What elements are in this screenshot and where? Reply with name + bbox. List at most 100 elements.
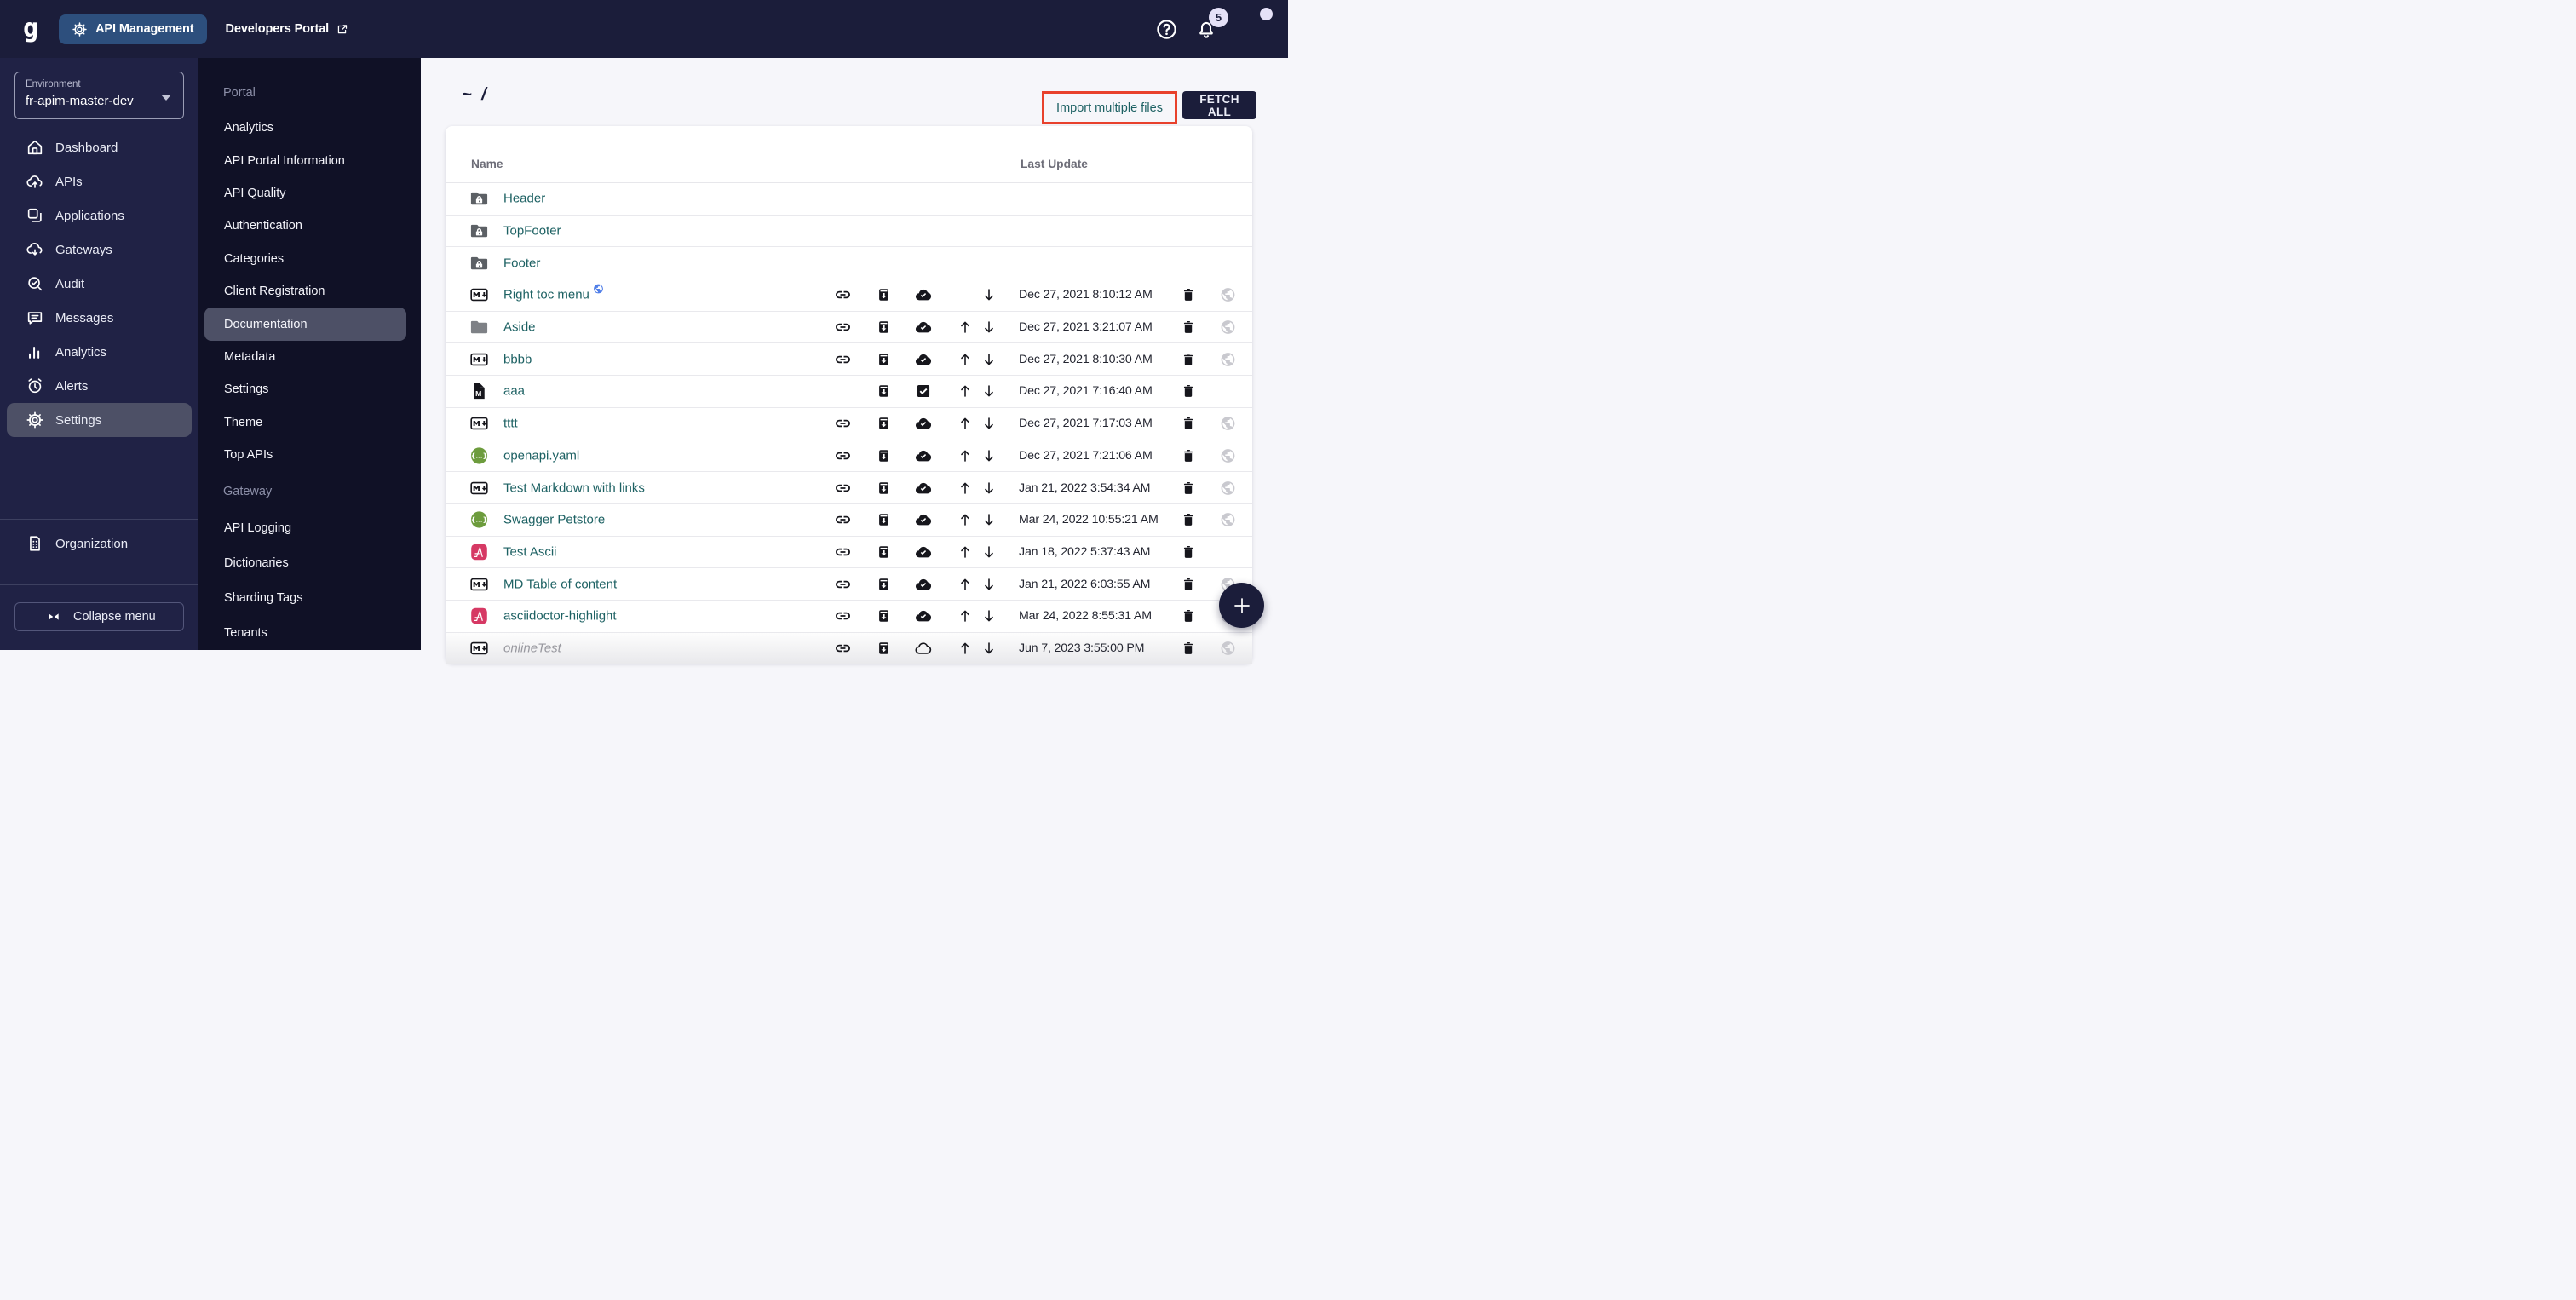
link-icon[interactable] xyxy=(834,415,852,433)
document-name-link[interactable]: bbbb xyxy=(503,352,532,366)
api-management-switcher[interactable]: API Management xyxy=(59,14,206,44)
delete-icon[interactable] xyxy=(1181,512,1196,528)
globe-disabled-icon[interactable] xyxy=(1220,512,1236,528)
published-icon[interactable] xyxy=(914,446,933,465)
download-icon[interactable] xyxy=(876,608,892,624)
download-icon[interactable] xyxy=(876,319,892,336)
globe-disabled-icon[interactable] xyxy=(1220,287,1236,303)
link-icon[interactable] xyxy=(834,607,852,625)
document-name-link[interactable]: openapi.yaml xyxy=(503,448,579,463)
delete-icon[interactable] xyxy=(1181,640,1196,656)
published-icon[interactable] xyxy=(914,510,933,529)
document-name-link[interactable]: aaa xyxy=(503,384,525,399)
unpublished-icon[interactable] xyxy=(914,639,933,658)
document-name-link[interactable]: Header xyxy=(503,192,545,206)
subnav-item-categories[interactable]: Categories xyxy=(204,243,406,275)
published-icon[interactable] xyxy=(914,543,933,561)
published-icon[interactable] xyxy=(914,607,933,625)
environment-select[interactable]: Environment fr-apim-master-dev xyxy=(14,72,184,119)
globe-disabled-icon[interactable] xyxy=(1220,447,1236,463)
document-name-link[interactable]: Test Ascii xyxy=(503,544,557,559)
move-down-icon[interactable] xyxy=(981,577,997,592)
document-name-link[interactable]: Swagger Petstore xyxy=(503,513,605,527)
move-up-icon[interactable] xyxy=(957,544,973,560)
move-down-icon[interactable] xyxy=(981,287,997,302)
move-down-icon[interactable] xyxy=(981,544,997,560)
document-name-link[interactable]: tttt xyxy=(503,417,518,431)
published-icon[interactable] xyxy=(914,479,933,498)
globe-disabled-icon[interactable] xyxy=(1220,416,1236,432)
subnav-item-client-registration[interactable]: Client Registration xyxy=(204,275,406,308)
published-icon[interactable] xyxy=(914,350,933,369)
document-name-link[interactable]: Footer xyxy=(503,256,540,270)
subnav-item-api-portal-information[interactable]: API Portal Information xyxy=(204,144,406,176)
document-name-link[interactable]: Right toc menu xyxy=(503,288,604,302)
download-icon[interactable] xyxy=(876,287,892,303)
move-up-icon[interactable] xyxy=(957,577,973,592)
delete-icon[interactable] xyxy=(1181,416,1196,432)
move-down-icon[interactable] xyxy=(981,641,997,656)
link-icon[interactable] xyxy=(834,319,852,337)
download-icon[interactable] xyxy=(876,351,892,367)
fetch-all-button[interactable]: FETCH ALL xyxy=(1182,91,1256,119)
subnav-item-authentication[interactable]: Authentication xyxy=(204,210,406,242)
delete-icon[interactable] xyxy=(1181,319,1196,336)
move-up-icon[interactable] xyxy=(957,383,973,399)
link-icon[interactable] xyxy=(834,446,852,464)
sidebar-item-gateways[interactable]: Gateways xyxy=(7,233,192,267)
move-down-icon[interactable] xyxy=(981,608,997,624)
move-down-icon[interactable] xyxy=(981,319,997,335)
move-up-icon[interactable] xyxy=(957,641,973,656)
document-name-link[interactable]: Aside xyxy=(503,320,536,335)
globe-disabled-icon[interactable] xyxy=(1220,640,1236,656)
move-down-icon[interactable] xyxy=(981,480,997,496)
developers-portal-link[interactable]: Developers Portal xyxy=(226,22,349,36)
sidebar-item-alerts[interactable]: Alerts xyxy=(7,369,192,403)
sidebar-item-audit[interactable]: Audit xyxy=(7,267,192,301)
collapse-menu-button[interactable]: Collapse menu xyxy=(14,602,184,631)
download-icon[interactable] xyxy=(876,576,892,592)
link-icon[interactable] xyxy=(834,479,852,497)
published-icon[interactable] xyxy=(914,285,933,304)
delete-icon[interactable] xyxy=(1181,608,1196,624)
notifications-bell[interactable]: 5 xyxy=(1195,18,1217,40)
delete-icon[interactable] xyxy=(1181,287,1196,303)
subnav-item-dictionaries[interactable]: Dictionaries xyxy=(204,545,406,580)
subnav-item-theme[interactable]: Theme xyxy=(204,406,406,439)
move-down-icon[interactable] xyxy=(981,383,997,399)
delete-icon[interactable] xyxy=(1181,351,1196,367)
document-name-link[interactable]: asciidoctor-highlight xyxy=(503,609,617,624)
globe-disabled-icon[interactable] xyxy=(1220,351,1236,367)
sidebar-item-apis[interactable]: APIs xyxy=(7,164,192,198)
move-up-icon[interactable] xyxy=(957,608,973,624)
subnav-item-settings[interactable]: Settings xyxy=(204,373,406,406)
document-name-link[interactable]: Test Markdown with links xyxy=(503,480,645,495)
published-icon[interactable] xyxy=(914,414,933,433)
delete-icon[interactable] xyxy=(1181,480,1196,496)
document-name-link[interactable]: TopFooter xyxy=(503,224,561,239)
delete-icon[interactable] xyxy=(1181,576,1196,592)
sidebar-item-messages[interactable]: Messages xyxy=(7,301,192,335)
globe-disabled-icon[interactable] xyxy=(1220,319,1236,336)
add-page-button[interactable] xyxy=(1219,583,1264,628)
download-icon[interactable] xyxy=(876,640,892,656)
document-name-link[interactable]: onlineTest xyxy=(503,641,561,655)
link-icon[interactable] xyxy=(834,350,852,368)
link-icon[interactable] xyxy=(834,639,852,657)
sidebar-item-applications[interactable]: Applications xyxy=(7,198,192,233)
download-icon[interactable] xyxy=(876,480,892,496)
subnav-item-tenants[interactable]: Tenants xyxy=(204,615,406,650)
sidebar-item-organization[interactable]: Organization xyxy=(7,526,192,561)
move-up-icon[interactable] xyxy=(957,416,973,431)
delete-icon[interactable] xyxy=(1181,447,1196,463)
link-icon[interactable] xyxy=(834,511,852,529)
move-down-icon[interactable] xyxy=(981,416,997,431)
download-icon[interactable] xyxy=(876,447,892,463)
move-up-icon[interactable] xyxy=(957,352,973,367)
sidebar-item-dashboard[interactable]: Dashboard xyxy=(7,130,192,164)
import-multiple-files-button[interactable]: Import multiple files xyxy=(1051,101,1168,116)
move-down-icon[interactable] xyxy=(981,352,997,367)
subnav-item-api-quality[interactable]: API Quality xyxy=(204,177,406,210)
link-icon[interactable] xyxy=(834,286,852,304)
sidebar-item-settings[interactable]: Settings xyxy=(7,403,192,437)
